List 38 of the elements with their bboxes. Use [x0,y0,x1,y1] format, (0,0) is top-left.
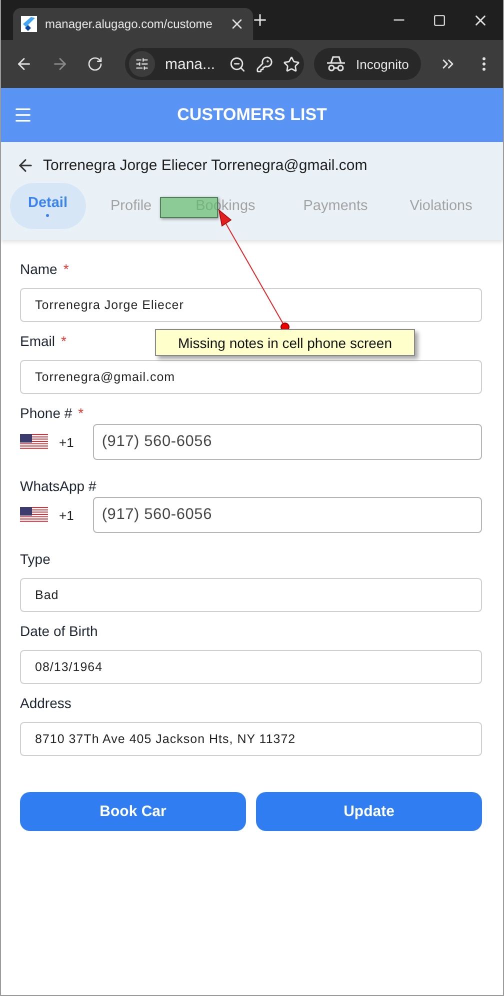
zoom-out-icon[interactable] [229,56,246,72]
field-label: Type [20,550,50,569]
tab-title: manager.alugago.com/custome [45,17,212,31]
input-field[interactable]: Torrenegra@gmail.com [20,360,482,394]
annotation-note: Missing notes in cell phone screen [155,329,415,356]
site-settings-icon[interactable] [129,51,155,77]
field-label: Date of Birth [20,622,98,641]
key-icon[interactable] [256,56,274,72]
field-label: Name * [20,260,69,279]
action-button[interactable]: Book Car [20,792,246,831]
flag-icon [20,434,48,450]
incognito-button[interactable]: Incognito [314,48,421,80]
field-label: WhatsApp # [20,477,96,496]
phone-field[interactable]: (917) 560-6056 [92,497,482,533]
maximize-icon[interactable] [433,14,446,26]
phone-field[interactable]: (917) 560-6056 [92,424,482,460]
forward-icon[interactable] [51,55,69,73]
star-icon[interactable] [283,56,300,72]
page-title: CUSTOMERS LIST [176,105,328,125]
dial-code[interactable]: +1 [59,434,74,450]
address-field[interactable]: mana... [165,56,216,72]
input-field[interactable]: 8710 37Th Ave 405 Jackson Hts, NY 11372 [20,722,482,756]
flag-icon [20,507,48,523]
back-icon[interactable] [15,55,33,73]
input-field[interactable]: 08/13/1964 [20,650,482,684]
incognito-icon [326,56,346,72]
field-label: Phone # * [20,404,84,423]
browser-tab[interactable]: manager.alugago.com/custome [13,8,253,40]
field-label: Email * [20,332,66,351]
field-label: Address [20,694,72,713]
action-button[interactable]: Update [256,792,482,831]
input-field[interactable]: Torrenegra Jorge Eliecer [20,288,482,322]
app-logo-icon [21,16,37,32]
new-tab-icon[interactable] [251,11,269,29]
reload-icon[interactable] [87,56,103,72]
input-field[interactable]: Bad [20,578,482,612]
dial-code[interactable]: +1 [59,508,74,522]
customer-heading: Torrenegra Jorge Eliecer Torrenegra@gmail.com [43,157,368,174]
